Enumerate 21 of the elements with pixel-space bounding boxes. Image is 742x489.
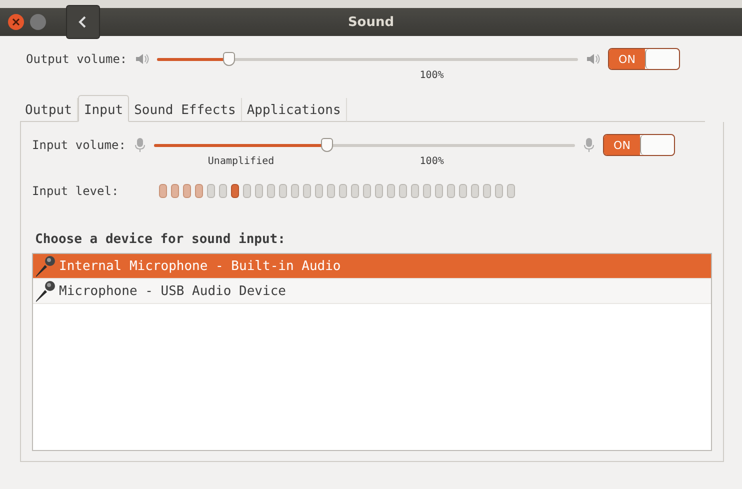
slider-mark-label: 100% xyxy=(420,70,444,81)
volume-label: Output volume: xyxy=(26,52,128,66)
tab[interactable]: Applications xyxy=(242,98,347,122)
back-button[interactable] xyxy=(66,5,100,39)
minimize-button[interactable] xyxy=(30,14,46,30)
slider-mark-label: Unamplified xyxy=(208,156,274,167)
volume-slider[interactable] xyxy=(157,51,578,67)
volume-slider[interactable] xyxy=(154,137,575,153)
slider-mark-label: 100% xyxy=(420,156,444,167)
device-row[interactable]: Microphone - USB Audio Device xyxy=(33,279,711,304)
close-icon xyxy=(12,18,20,26)
microphone-icon xyxy=(33,279,57,303)
tab[interactable]: Sound Effects xyxy=(129,98,242,122)
device-heading: Choose a device for sound input: xyxy=(35,232,286,247)
close-button[interactable] xyxy=(8,14,24,30)
back-icon xyxy=(78,15,88,29)
microphone-icon xyxy=(33,254,57,278)
volume-label: Input volume: xyxy=(32,138,126,152)
window-title: Sound xyxy=(348,14,394,30)
input-level-label: Input level: xyxy=(32,184,119,198)
tab[interactable]: Input xyxy=(78,95,130,122)
